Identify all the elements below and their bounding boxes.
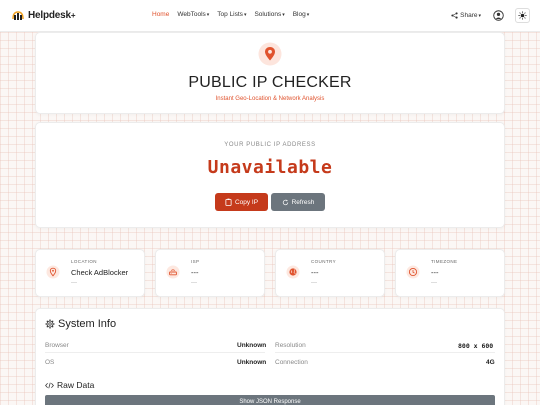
chevron-down-icon: ▾ [206,12,210,18]
copy-ip-button[interactable]: Copy IP [215,193,268,211]
isp-value: --- [191,268,199,277]
system-info-title: System Info [58,318,117,330]
brand-name: Helpdesk [28,9,71,21]
user-icon [493,10,504,21]
country-label: COUNTRY [311,259,336,264]
chevron-down-icon: ▾ [478,12,481,19]
refresh-label: Refresh [291,198,315,206]
divider [275,352,495,353]
nav-webtools[interactable]: WebTools▾ [177,11,209,18]
country-sub: --- [311,280,317,286]
chevron-down-icon: ▾ [306,12,310,18]
chevron-down-icon: ▾ [282,12,285,18]
browser-value: Unknown [237,342,267,349]
brand-plus: + [70,10,76,20]
country-value: --- [311,268,319,277]
location-sub: --- [71,280,77,286]
ip-label: YOUR PUBLIC IP ADDRESS [224,142,316,148]
timezone-label: TIMEZONE [431,259,458,264]
nav-links: Home WebTools▾ Top Lists▾ Solutions▾ Blo… [152,11,317,18]
os-label: OS [45,359,55,366]
nav-home[interactable]: Home [152,11,169,18]
nav-blog[interactable]: Blog▾ [293,11,310,18]
connection-value: 4G [486,359,495,366]
user-account-button[interactable] [491,8,506,23]
divider [45,352,265,353]
map-pin-icon [46,265,60,279]
browser-label: Browser [45,342,69,349]
os-value: Unknown [237,359,267,366]
router-icon [166,265,180,279]
clock-icon [406,265,420,279]
connection-label: Connection [275,359,308,366]
system-info-heading: System Info [45,318,116,330]
location-label: LOCATION [71,259,97,264]
gear-icon [45,319,55,329]
sun-icon [518,11,527,20]
share-icon [451,12,458,19]
navbar: Helpdesk + Home WebTools▾ Top Lists▾ Sol… [0,0,540,32]
copy-ip-label: Copy IP [234,198,259,206]
resolution-label: Resolution [275,342,306,349]
isp-sub: --- [191,280,197,286]
brand[interactable]: Helpdesk + [11,9,76,21]
show-json-button[interactable]: Show JSON Response [45,395,495,405]
resolution-value: 800 x 600 [458,342,494,350]
location-value: Check AdBlocker [71,268,129,277]
ip-value: Unavailable [207,157,333,178]
refresh-button[interactable]: Refresh [271,193,325,211]
share-label: Share [460,12,478,19]
raw-data-heading: Raw Data [45,380,94,390]
page-title: PUBLIC IP CHECKER [188,74,352,91]
timezone-value: --- [431,268,439,277]
code-icon [45,382,54,388]
clipboard-icon [225,198,232,206]
nav-solutions[interactable]: Solutions▾ [254,11,284,18]
isp-label: ISP [191,259,200,264]
chevron-down-icon: ▾ [243,12,247,18]
location-pin-icon [258,42,282,66]
nav-right: Share ▾ [451,8,530,23]
globe-icon [286,265,300,279]
raw-data-title: Raw Data [57,380,95,390]
page-subtitle: Instant Geo-Location & Network Analysis [215,96,325,102]
theme-toggle-button[interactable] [515,8,530,23]
nav-top-lists[interactable]: Top Lists▾ [217,11,246,18]
timezone-sub: --- [431,280,437,286]
logo-icon [12,11,24,20]
share-button[interactable]: Share ▾ [451,12,481,19]
refresh-icon [282,199,288,205]
